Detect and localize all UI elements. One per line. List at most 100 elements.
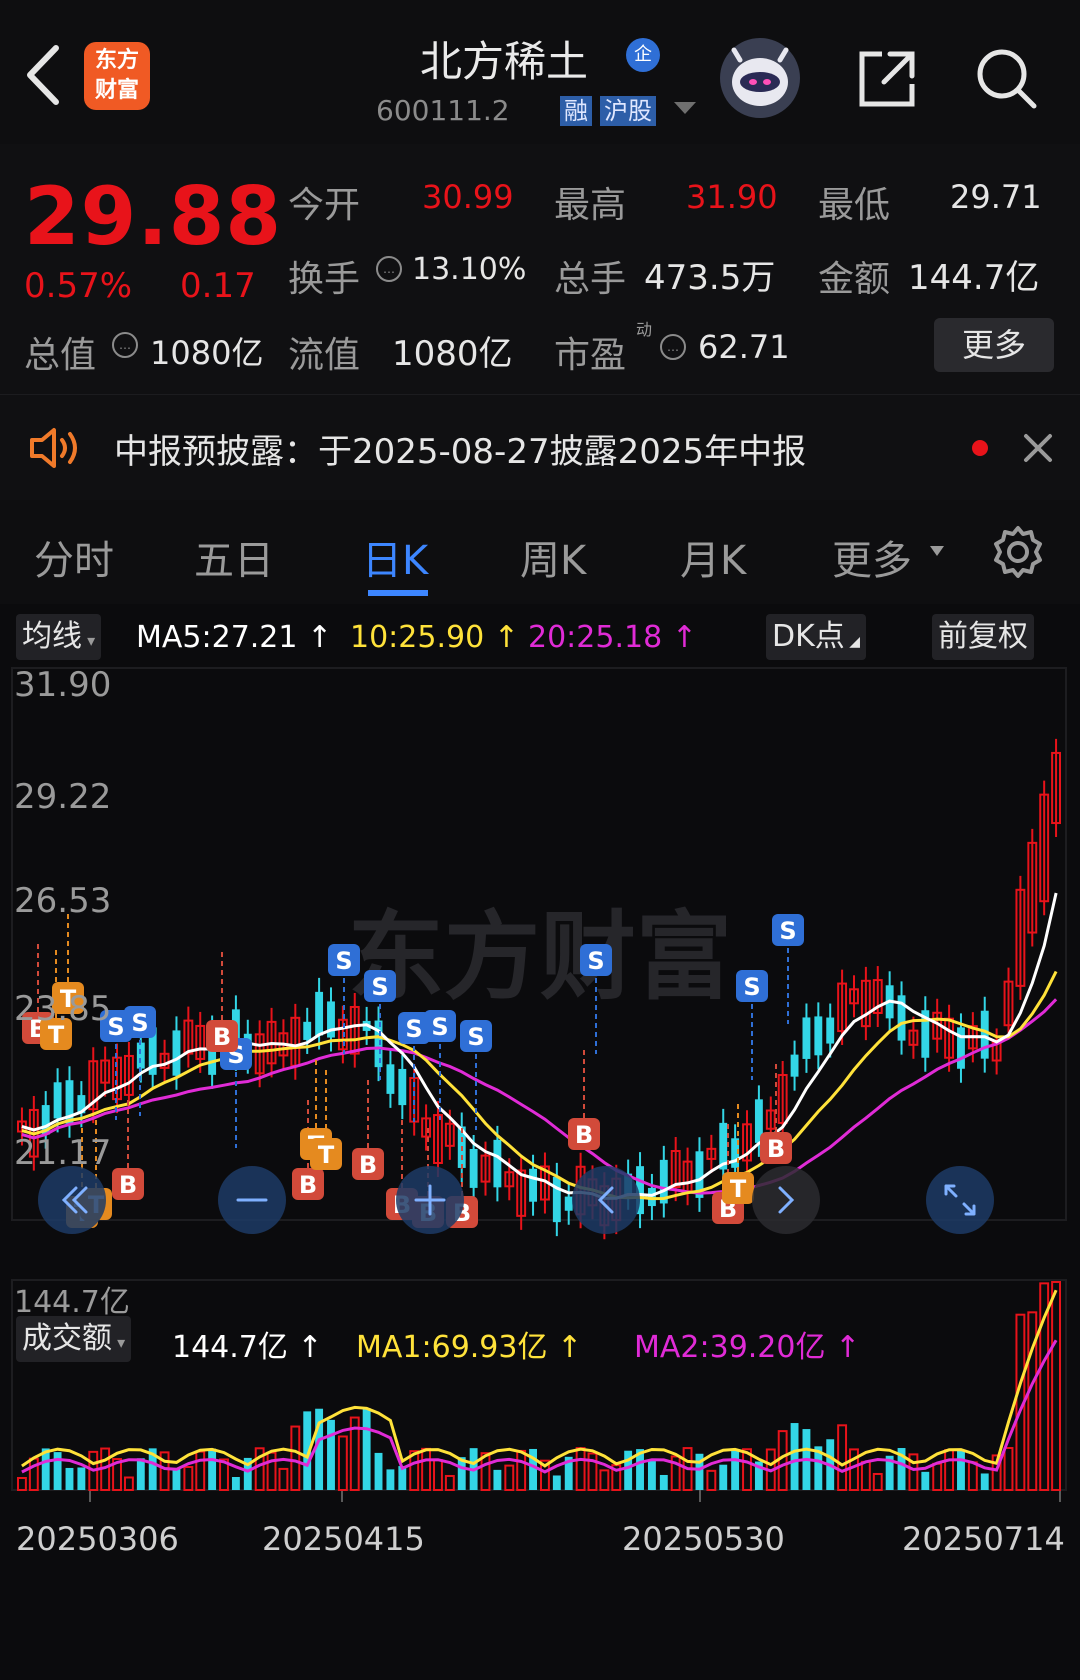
- info-icon[interactable]: …: [376, 256, 402, 282]
- low-label: 最低: [818, 185, 891, 226]
- share-icon[interactable]: [852, 44, 922, 114]
- dk-marker-letter: S: [371, 973, 388, 1001]
- volume-bar: [777, 1430, 788, 1491]
- ma-select[interactable]: 均线 ▾: [16, 614, 102, 660]
- rewind-icon[interactable]: [38, 1166, 106, 1234]
- volume-bar: [731, 1450, 740, 1490]
- tab-five-day[interactable]: 五日: [194, 528, 274, 586]
- volume-bar: [195, 1450, 206, 1492]
- ma5-readout: MA5:27.21 ↑: [136, 620, 333, 655]
- caret-down-icon[interactable]: [928, 544, 946, 558]
- volume-bar: [957, 1449, 965, 1490]
- volume-bar: [516, 1449, 527, 1491]
- volume-bar: [183, 1466, 194, 1491]
- pe-label: 市盈: [554, 335, 627, 376]
- volume-bar: [65, 1467, 74, 1490]
- dk-marker-letter: B: [767, 1135, 785, 1163]
- dk-marker-letter: B: [359, 1151, 377, 1179]
- zoom-out-icon[interactable]: [218, 1166, 286, 1234]
- date-axis-label: 20250415: [262, 1520, 425, 1558]
- volume-bar: [921, 1471, 930, 1490]
- candle-body: [386, 1064, 395, 1094]
- volume-bar: [659, 1474, 668, 1490]
- info-icon[interactable]: …: [660, 334, 686, 360]
- volume-bar: [706, 1469, 717, 1491]
- tab-monthly-k[interactable]: 月K: [680, 528, 746, 586]
- dk-marker-letter: B: [299, 1171, 317, 1199]
- candle-body: [53, 1082, 62, 1119]
- dk-marker-letter: B: [575, 1121, 593, 1149]
- volume-bar: [444, 1474, 455, 1492]
- volume-ma2-readout: MA2:39.20亿 ↑: [634, 1330, 861, 1365]
- pe-value: 62.71: [698, 328, 790, 366]
- close-icon[interactable]: [1020, 430, 1056, 466]
- volume-bar: [123, 1476, 134, 1492]
- settings-gear-icon[interactable]: [990, 524, 1046, 580]
- chart-control-button: [572, 1166, 640, 1234]
- dk-point-toggle[interactable]: DK点 ◢: [766, 614, 866, 660]
- search-icon[interactable]: [972, 44, 1042, 114]
- volume-value: 473.5万: [644, 258, 776, 298]
- dropdown-arrow-icon[interactable]: [670, 98, 700, 118]
- volume-bar: [860, 1460, 871, 1491]
- change-percent: 0.57%: [24, 266, 133, 306]
- float-value: 1080亿: [392, 334, 513, 374]
- volume-bar: [790, 1423, 799, 1490]
- volume-bar: [290, 1425, 301, 1491]
- price-axis-label: 29.22: [14, 777, 111, 817]
- volume-bar: [493, 1469, 502, 1490]
- price-axis-label: 26.53: [14, 881, 111, 921]
- volume-bar: [362, 1408, 371, 1490]
- volume-bar: [1051, 1281, 1062, 1491]
- margin-tag: 融: [560, 96, 592, 126]
- turnover-value: 13.10%: [412, 252, 527, 287]
- last-price: 29.88: [24, 170, 283, 263]
- volume-bar: [719, 1464, 728, 1490]
- dk-marker-letter: S: [131, 1009, 148, 1037]
- volume-bar: [624, 1450, 633, 1490]
- assistant-avatar-icon[interactable]: [720, 38, 800, 118]
- volume-bar: [53, 1452, 62, 1490]
- ma10-readout: 10:25.90 ↑: [350, 620, 519, 655]
- stock-code: 600111.2: [376, 94, 510, 127]
- volume-bar: [327, 1419, 335, 1490]
- zoom-in-icon[interactable]: [396, 1166, 464, 1234]
- candle-body: [315, 991, 324, 1036]
- fullscreen-icon[interactable]: [926, 1166, 994, 1234]
- volume-bar: [944, 1449, 955, 1492]
- tab-more[interactable]: 更多: [832, 528, 912, 586]
- volume-bar: [932, 1462, 943, 1491]
- price-axis-label: 23.85: [14, 989, 111, 1029]
- stock-name: 北方稀土: [420, 37, 589, 86]
- volume-bar: [17, 1477, 27, 1491]
- back-arrow-icon[interactable]: [22, 40, 66, 110]
- dk-marker-letter: B: [119, 1171, 137, 1199]
- unread-dot: [972, 440, 988, 456]
- volume-bar: [980, 1473, 989, 1490]
- more-button[interactable]: 更多: [934, 318, 1054, 372]
- low-value: 29.71: [950, 178, 1042, 216]
- adjust-type-button[interactable]: 前复权: [932, 614, 1034, 660]
- tab-intraday[interactable]: 分时: [34, 528, 114, 586]
- volume-indicator-select[interactable]: 成交额 ▾: [16, 1316, 132, 1362]
- kline-chart[interactable]: 东方财富 SSSSSSSSSSSBBBBBBBBBBBTTTTTTT 31.90…: [0, 660, 1080, 1680]
- volume-axis-label: 144.7亿: [14, 1285, 130, 1320]
- volume-bar: [504, 1464, 515, 1492]
- tab-daily-k[interactable]: 日K: [362, 528, 428, 586]
- volume-bar: [172, 1468, 181, 1490]
- info-icon[interactable]: …: [112, 332, 138, 358]
- amount-value: 144.7亿: [908, 258, 1040, 298]
- volume-bar: [837, 1424, 848, 1491]
- dk-marker-letter: S: [587, 947, 604, 975]
- volume-bar: [231, 1476, 240, 1490]
- volume-bar: [967, 1461, 978, 1491]
- scroll-right-icon[interactable]: [752, 1166, 820, 1234]
- volume-bar: [208, 1448, 217, 1490]
- candle-body: [814, 1016, 823, 1056]
- total-value: 1080亿: [150, 334, 264, 372]
- scroll-left-icon[interactable]: [572, 1166, 640, 1234]
- tab-weekly-k[interactable]: 周K: [520, 528, 586, 586]
- dk-marker-letter: T: [730, 1175, 747, 1203]
- high-label: 最高: [554, 185, 627, 226]
- volume-readout: 144.7亿 ↑: [172, 1330, 323, 1365]
